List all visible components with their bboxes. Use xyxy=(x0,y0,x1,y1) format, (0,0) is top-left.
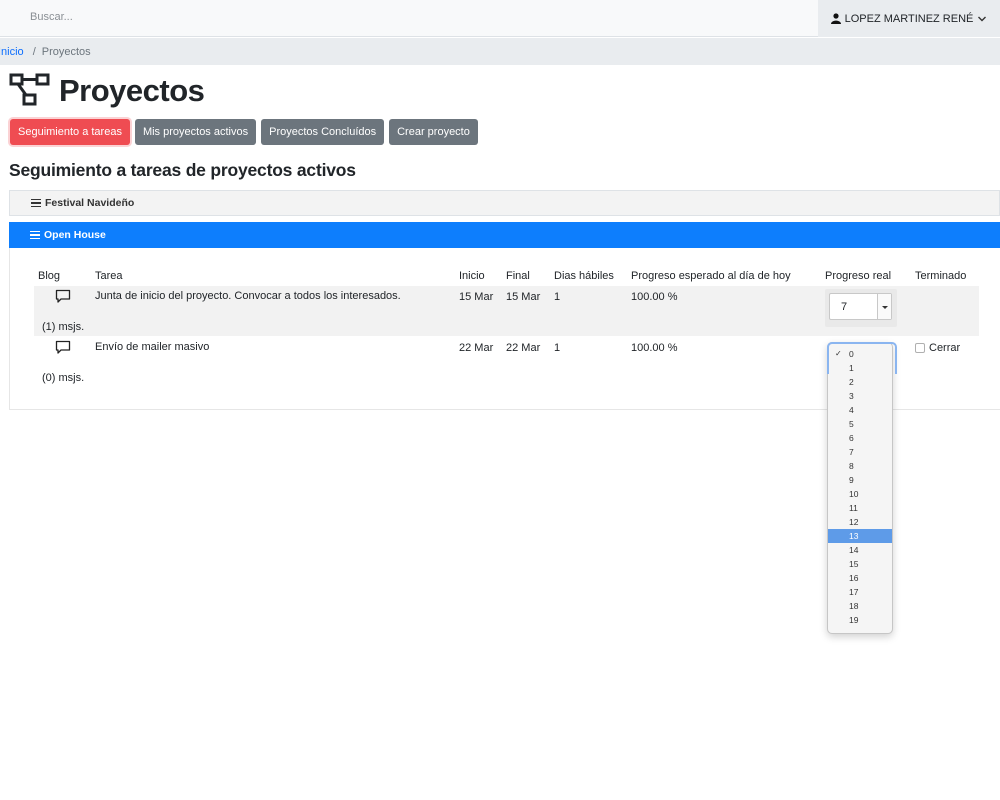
dropdown-option[interactable]: 3 xyxy=(828,389,892,403)
column-header-progreso-esperado: Progreso esperado al día de hoy xyxy=(631,270,791,282)
dropdown-option[interactable]: 4 xyxy=(828,403,892,417)
page-header: Proyectos xyxy=(9,71,205,111)
message-count[interactable]: (1) msjs. xyxy=(42,321,84,333)
dropdown-option[interactable]: 19 xyxy=(828,613,892,627)
chevron-down-icon xyxy=(977,15,987,23)
task-start-date: 22 Mar xyxy=(459,342,494,354)
tab-buttons: Seguimiento a tareas Mis proyectos activ… xyxy=(10,119,478,145)
column-header-inicio: Inicio xyxy=(459,270,485,282)
tab-seguimiento-tareas[interactable]: Seguimiento a tareas xyxy=(10,119,130,145)
dropdown-option[interactable]: 17 xyxy=(828,585,892,599)
column-header-progreso-real: Progreso real xyxy=(825,270,892,282)
dropdown-option[interactable]: 16 xyxy=(828,571,892,585)
dropdown-option[interactable]: 11 xyxy=(828,501,892,515)
crear-proyecto-button[interactable]: Crear proyecto xyxy=(389,119,478,145)
dropdown-option[interactable]: 18 xyxy=(828,599,892,613)
dropdown-option[interactable]: 6 xyxy=(828,431,892,445)
checkmark-icon: ✓ xyxy=(835,349,842,358)
project-diagram-icon xyxy=(9,72,51,111)
cerrar-label[interactable]: Cerrar xyxy=(929,342,960,354)
breadcrumb-separator: / xyxy=(32,45,36,58)
section-heading: Seguimiento a tareas de proyectos activo… xyxy=(9,160,356,180)
task-end-date: 22 Mar xyxy=(506,342,541,354)
progress-real-value: 7 xyxy=(841,300,848,313)
user-icon xyxy=(830,13,841,24)
progress-real-select[interactable]: 7 xyxy=(829,293,892,320)
dropdown-option[interactable]: 7 xyxy=(828,445,892,459)
column-header-blog: Blog xyxy=(38,270,61,282)
comment-icon[interactable] xyxy=(55,289,71,307)
menu-icon xyxy=(31,199,41,207)
project-accordion-open-house[interactable]: Open House xyxy=(9,222,1000,248)
task-expected-progress: 100.00 % xyxy=(631,291,678,303)
column-header-terminado: Terminado xyxy=(915,270,967,282)
task-workdays: 1 xyxy=(554,291,561,303)
dropdown-option[interactable]: 12 xyxy=(828,515,892,529)
cerrar-checkbox[interactable] xyxy=(915,343,925,353)
dropdown-option[interactable]: 15 xyxy=(828,557,892,571)
project-name: Festival Navideño xyxy=(45,197,135,209)
top-navbar: LOPEZ MARTINEZ RENÉ xyxy=(0,0,1000,37)
task-name: Envío de mailer masivo xyxy=(95,341,210,353)
project-accordion-festival-navideno[interactable]: Festival Navideño xyxy=(9,190,1000,216)
task-workdays: 1 xyxy=(554,342,561,354)
user-name: LOPEZ MARTINEZ RENÉ xyxy=(844,12,974,25)
progress-real-dropdown-list[interactable]: ✓ 0 1 2 3 4 5 6 7 8 9 10 11 12 13 14 15 1… xyxy=(827,342,897,634)
comment-icon[interactable] xyxy=(55,340,71,358)
dropdown-option-highlighted[interactable]: 13 xyxy=(828,529,892,543)
tab-proyectos-concluidos[interactable]: Proyectos Concluídos xyxy=(261,119,385,145)
breadcrumb-current: Proyectos xyxy=(41,45,91,58)
dropdown-arrow-icon[interactable] xyxy=(877,294,891,319)
breadcrumb: Inicio / Proyectos xyxy=(0,38,1000,65)
breadcrumb-home-link[interactable]: Inicio xyxy=(0,46,24,58)
search-input[interactable] xyxy=(20,6,420,28)
task-expected-progress: 100.00 % xyxy=(631,342,678,354)
dropdown-option[interactable]: 1 xyxy=(828,361,892,375)
dropdown-option[interactable]: 10 xyxy=(828,487,892,501)
task-end-date: 15 Mar xyxy=(506,291,541,303)
dropdown-option[interactable]: 5 xyxy=(828,417,892,431)
dropdown-option[interactable]: 2 xyxy=(828,375,892,389)
column-header-dias-habiles: Dias hábiles xyxy=(554,270,614,282)
page-title: Proyectos xyxy=(59,73,205,108)
task-start-date: 15 Mar xyxy=(459,291,494,303)
menu-icon xyxy=(30,231,40,239)
task-name: Junta de inicio del proyecto. Convocar a… xyxy=(95,290,401,302)
project-name: Open House xyxy=(44,229,106,241)
message-count[interactable]: (0) msjs. xyxy=(42,372,84,384)
dropdown-option[interactable]: 14 xyxy=(828,543,892,557)
column-header-final: Final xyxy=(506,270,530,282)
tab-mis-proyectos-activos[interactable]: Mis proyectos activos xyxy=(134,119,257,145)
dropdown-option[interactable]: 9 xyxy=(828,473,892,487)
dropdown-option[interactable]: 8 xyxy=(828,459,892,473)
user-menu[interactable]: LOPEZ MARTINEZ RENÉ xyxy=(818,0,1000,37)
dropdown-option[interactable]: ✓ 0 xyxy=(828,347,892,361)
column-header-tarea: Tarea xyxy=(95,270,123,282)
